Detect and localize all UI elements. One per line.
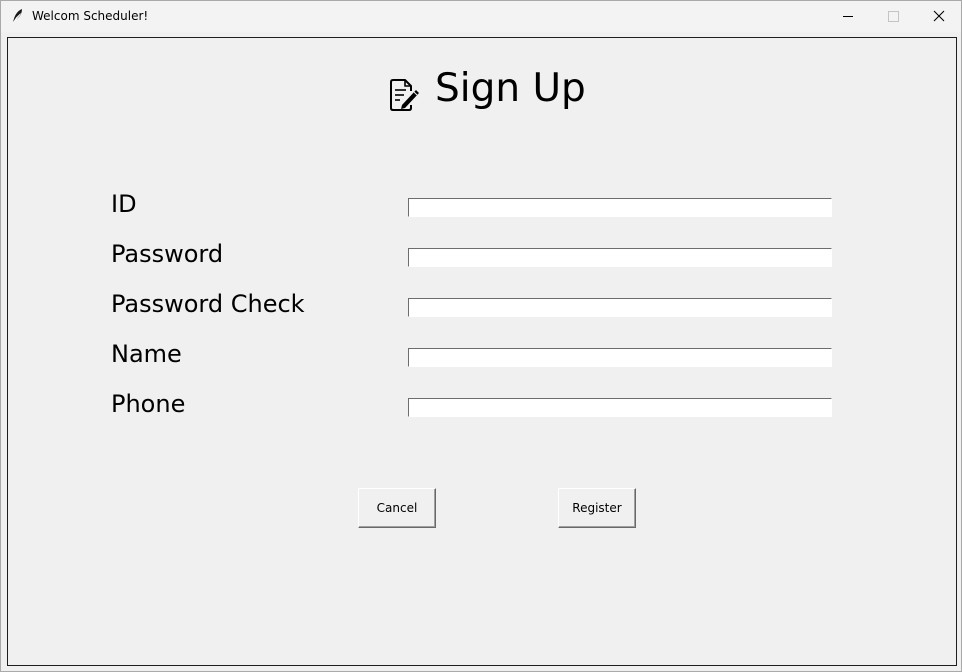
phone-input[interactable] (408, 398, 832, 417)
close-button[interactable] (915, 1, 961, 32)
phone-label: Phone (111, 390, 186, 418)
maximize-button[interactable] (870, 1, 916, 32)
name-input[interactable] (408, 348, 832, 367)
title-bar[interactable]: Welcom Scheduler! (1, 1, 961, 32)
feather-icon (11, 8, 25, 24)
register-button[interactable]: Register (558, 488, 636, 528)
cancel-button[interactable]: Cancel (358, 488, 436, 528)
minimize-button[interactable] (825, 1, 871, 32)
app-window: Welcom Scheduler! Sign Up ID Password Pa… (0, 0, 962, 672)
password-check-label: Password Check (111, 290, 305, 318)
window-title: Welcom Scheduler! (32, 9, 149, 23)
password-label: Password (111, 240, 224, 268)
page-title: Sign Up (435, 66, 586, 111)
password-input[interactable] (408, 248, 832, 267)
id-input[interactable] (408, 198, 832, 217)
name-label: Name (111, 340, 182, 368)
id-label: ID (111, 190, 137, 218)
edit-document-icon (388, 78, 422, 114)
sign-up-form-panel: Sign Up ID Password Password Check Name … (7, 37, 957, 666)
password-check-input[interactable] (408, 298, 832, 317)
